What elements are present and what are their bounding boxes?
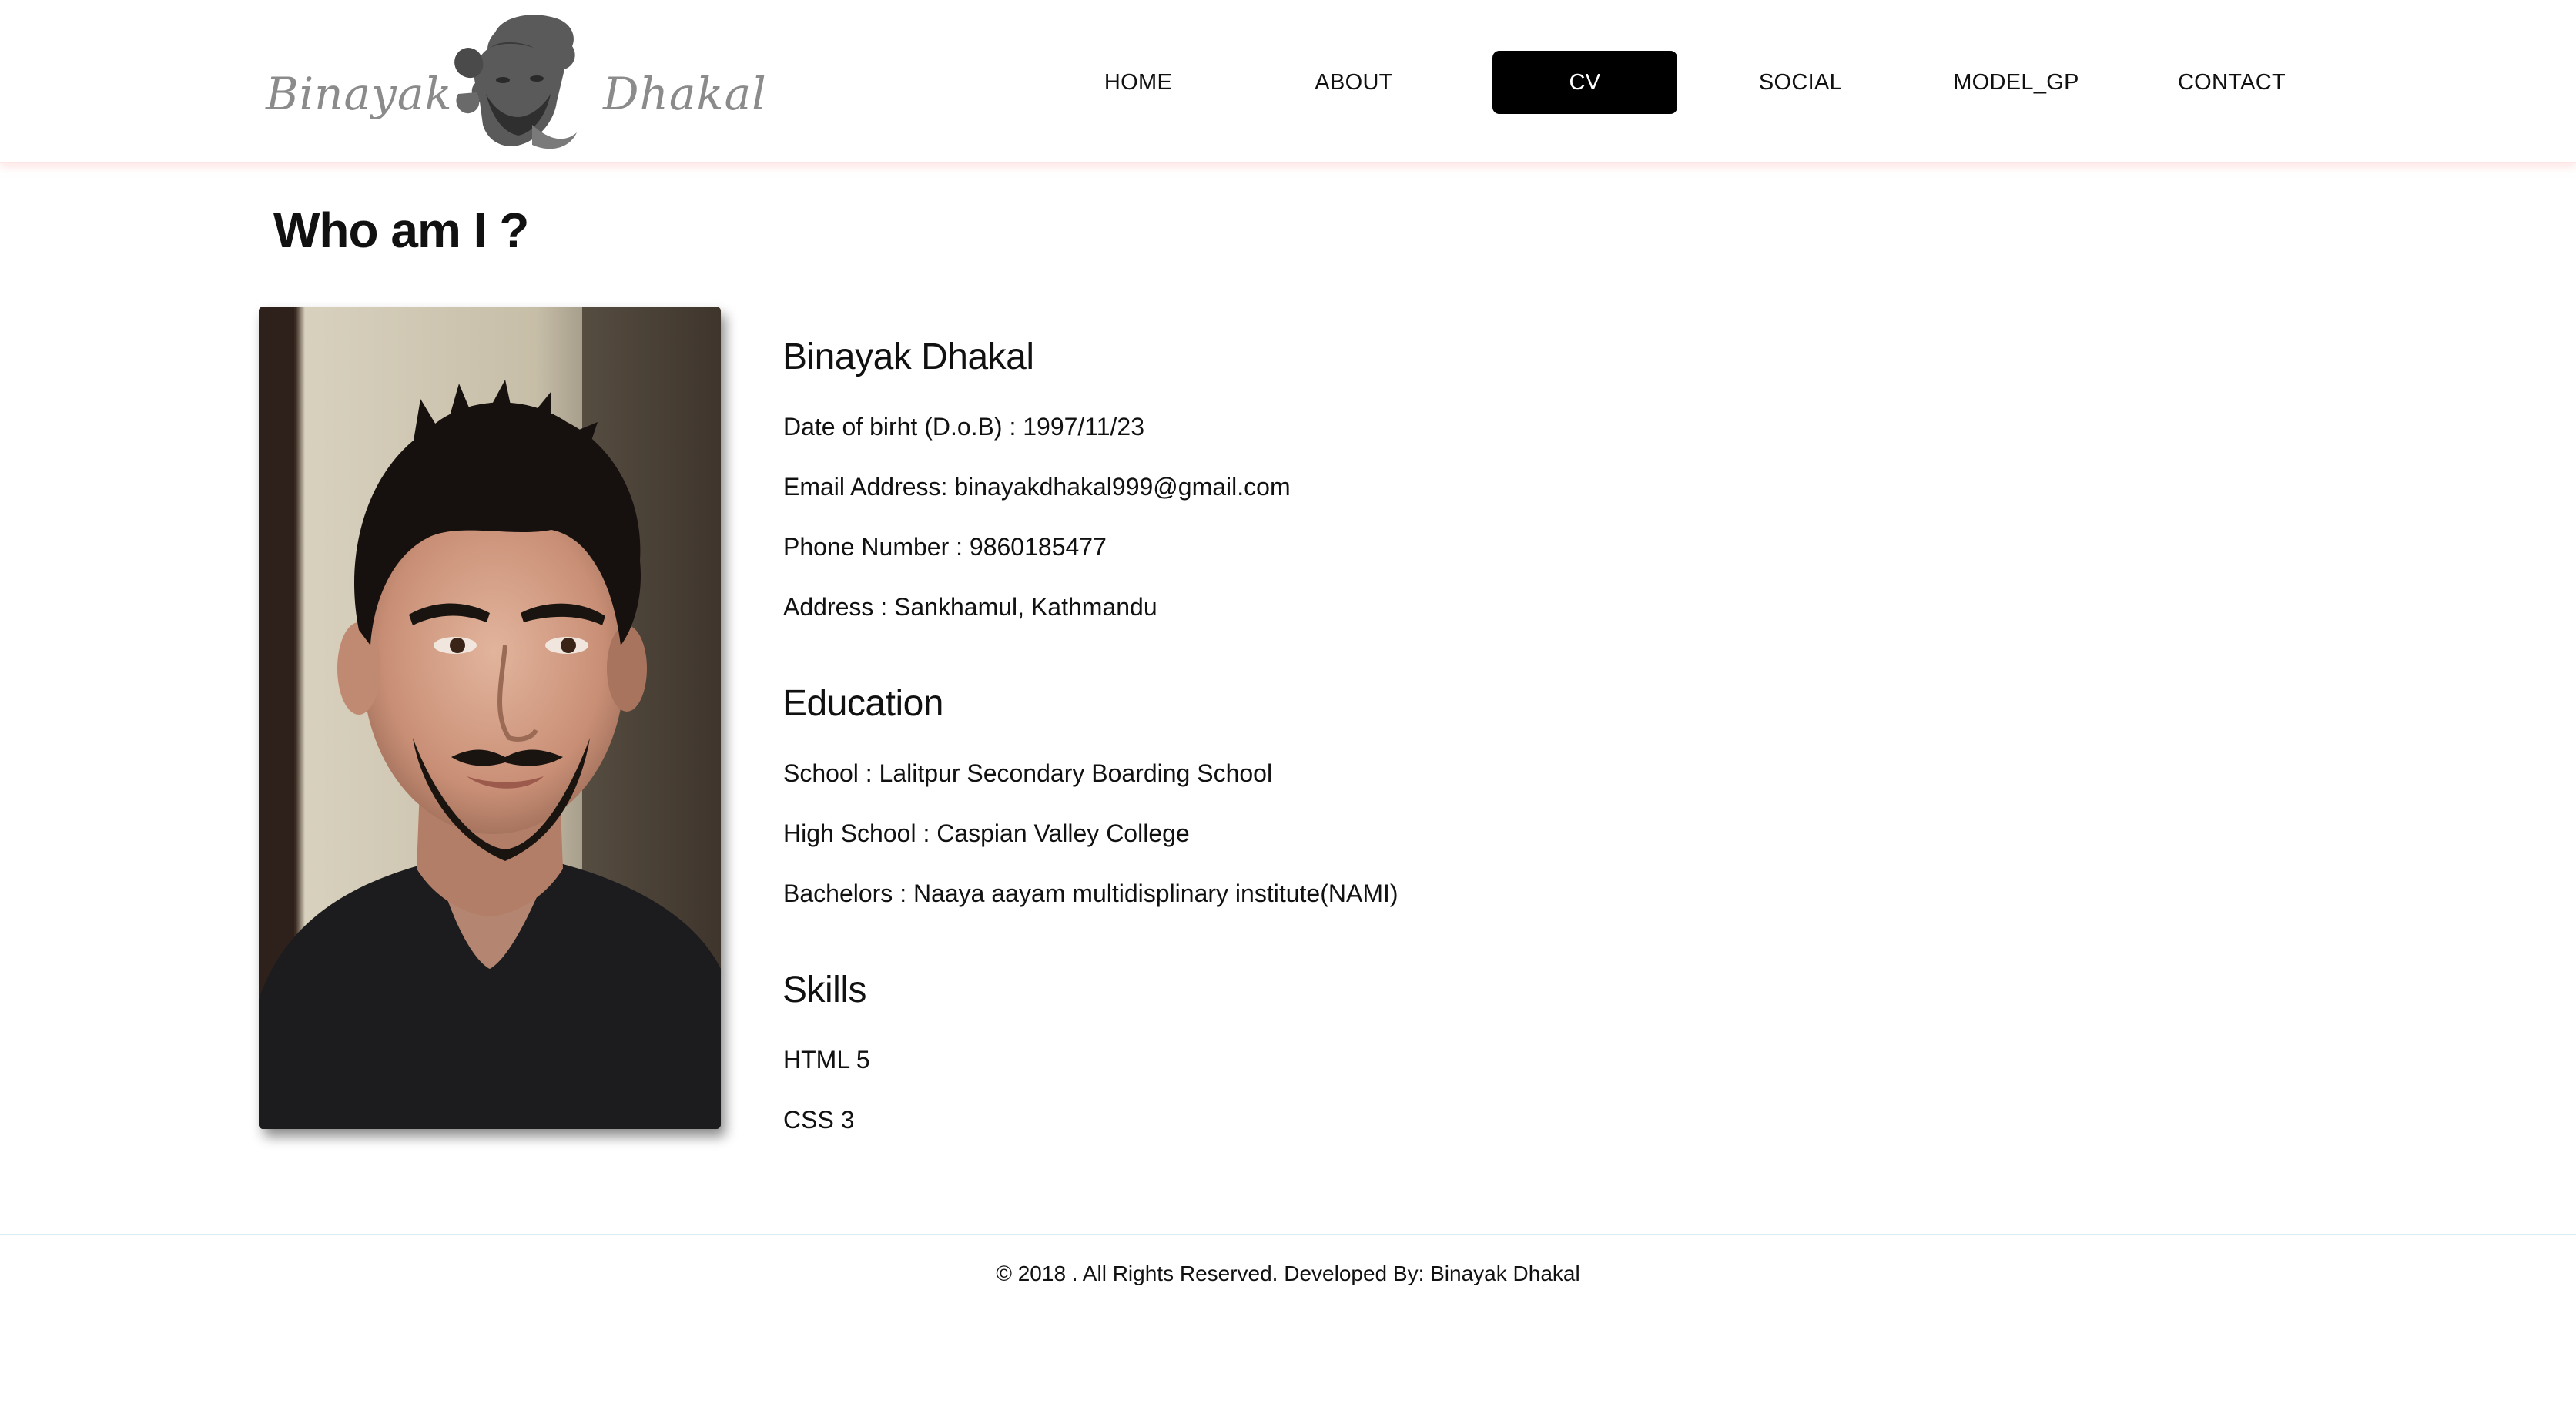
profile-photo [259,307,721,1129]
profile-name: Binayak Dhakal [782,337,1034,377]
nav-about[interactable]: ABOUT [1261,51,1446,114]
nav-model-gp[interactable]: MODEL_GP [1924,51,2109,114]
high-school-text: High School : Caspian Valley College [783,819,1190,847]
dob-text: Date of birht (D.o.B) : 1997/11/23 [783,413,1144,441]
logo-portrait-icon [454,15,577,149]
site-logo[interactable]: Binayak Dhakal [266,8,766,154]
skill-item: HTML 5 [783,1046,870,1074]
page-title: Who am I ? [273,203,529,258]
nav-home[interactable]: HOME [1046,51,1231,114]
address-text: Address : Sankhamul, Kathmandu [783,593,1157,621]
footer-divider [0,1234,2576,1235]
phone-text: Phone Number : 9860185477 [783,533,1107,561]
nav-social[interactable]: SOCIAL [1708,51,1893,114]
profile-photo-illustration [259,307,721,1129]
education-heading: Education [782,683,944,724]
nav-cv[interactable]: CV [1492,51,1677,114]
logo-last-name: Dhakal [603,68,767,120]
site-header: Binayak Dhakal HOME ABOUT CV SOCIAL MODE… [0,0,2576,163]
nav-contact[interactable]: CONTACT [2139,51,2324,114]
bachelors-text: Bachelors : Naaya aayam multidisplinary … [783,880,1399,907]
footer-copyright: © 2018 . All Rights Reserved. Developed … [996,1261,1580,1285]
skills-heading: Skills [782,970,867,1010]
email-text: Email Address: binayakdhakal999@gmail.co… [783,473,1291,501]
skill-item: CSS 3 [783,1106,855,1134]
school-text: School : Lalitpur Secondary Boarding Sch… [783,759,1273,787]
logo-first-name: Binayak [266,68,453,120]
